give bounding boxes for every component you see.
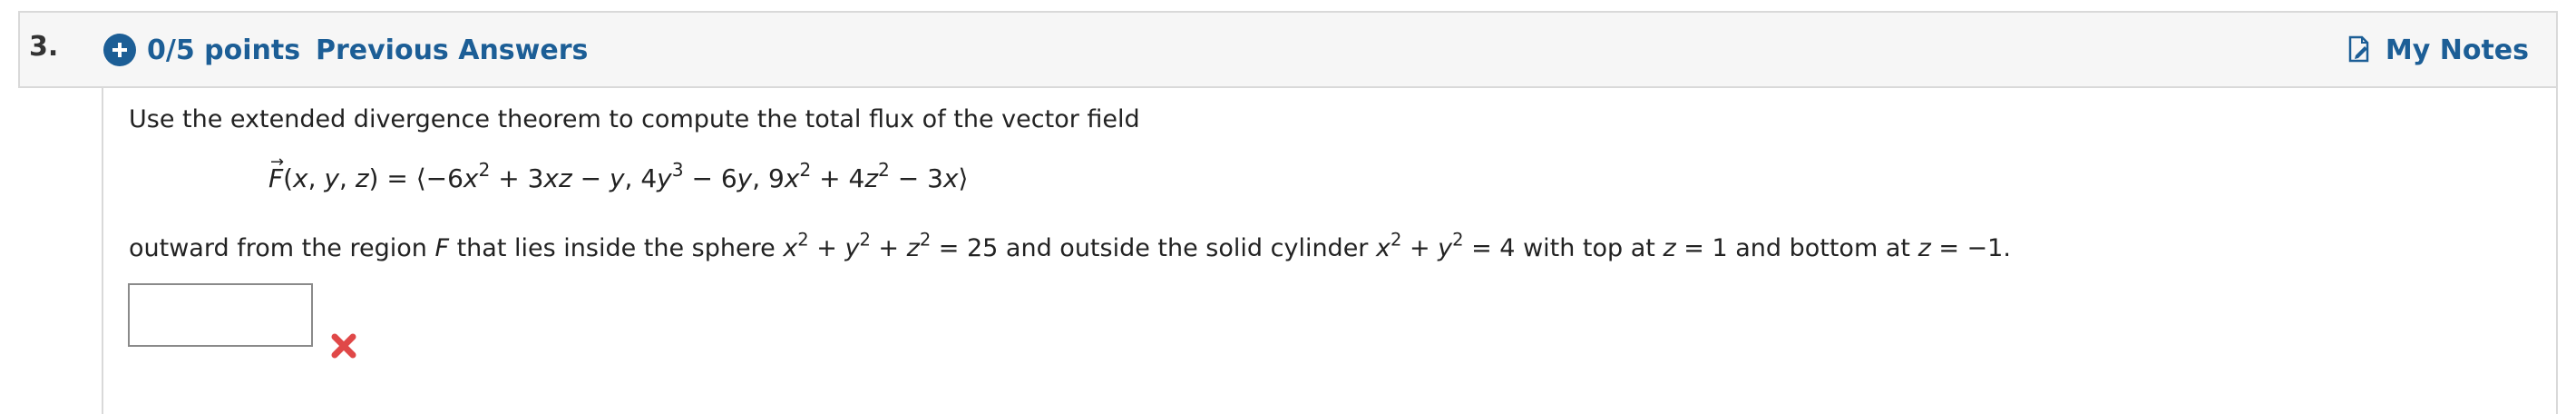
my-notes-label: My Notes [2385,34,2529,66]
note-edit-icon [2347,35,2371,66]
vector-field-equation: → F(x, y, z) = ⟨−6x2 + 3xz − y, 4y3 − 6y,… [268,153,969,193]
answer-input[interactable] [128,283,313,347]
region-description: outward from the region F that lies insi… [129,229,2011,262]
points-label: 0/5 points [147,34,301,66]
my-notes-button[interactable]: My Notes [2347,34,2529,66]
previous-answers-link[interactable]: Previous Answers [316,34,588,66]
x-mark-icon [330,332,357,360]
problem-intro: Use the extended divergence theorem to c… [129,105,1140,133]
plus-circle-icon[interactable] [103,34,136,66]
question-number: 3. [29,31,59,63]
vector-f-symbol: → F [268,153,285,193]
